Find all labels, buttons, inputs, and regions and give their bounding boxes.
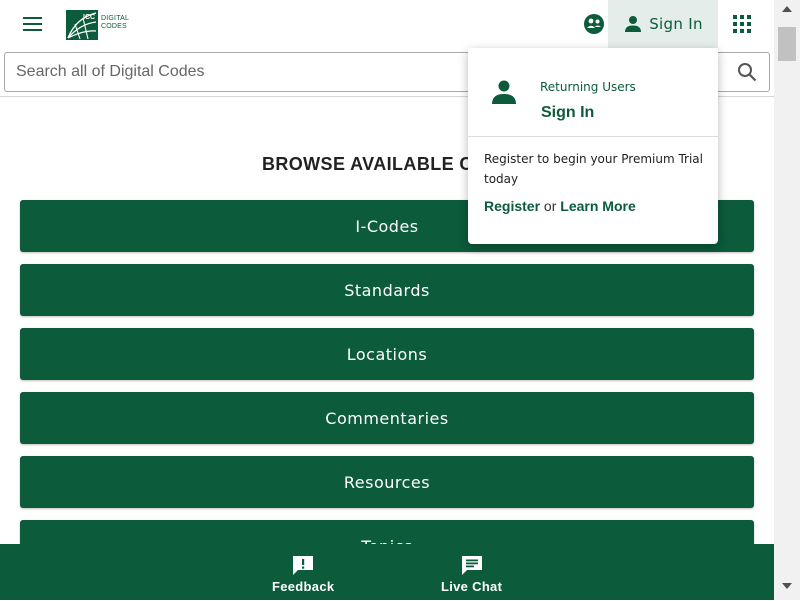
live-chat-button[interactable]: Live Chat [441,554,502,594]
returning-users-label: Returning Users [540,80,636,94]
logo-line-digital: DIGITAL [101,15,130,22]
live-chat-label: Live Chat [441,579,503,594]
feedback-icon [293,556,314,575]
top-bar: ICC DIGITAL CODES Sign In [0,0,774,48]
person-icon [492,80,516,104]
community-icon[interactable] [582,12,606,36]
apps-grid-icon[interactable] [731,13,753,35]
register-description: Register to begin your Premium Trial tod… [484,152,703,186]
sign-in-label: Sign In [649,15,703,33]
scroll-up-arrow-icon[interactable] [774,0,800,18]
person-icon [625,16,642,32]
search-icon[interactable] [737,62,757,82]
category-commentaries-button[interactable]: Commentaries [20,392,754,444]
register-links: Register or Learn More [484,198,636,214]
category-resources-button[interactable]: Resources [20,456,754,508]
learn-more-link[interactable]: Learn More [560,198,635,214]
logo-wordmark: DIGITAL CODES [101,15,129,31]
scrollbar-thumb[interactable] [778,27,796,61]
feedback-label: Feedback [272,579,335,594]
sign-in-dropdown: Returning Users Sign In Register to begi… [468,48,718,244]
bottom-bar: Feedback Live Chat [0,544,774,600]
feedback-button[interactable]: Feedback [272,554,334,594]
header-sign-in-button[interactable]: Sign In [608,0,718,48]
page-viewport: ICC DIGITAL CODES Sign In Search all of … [0,0,774,600]
logo-line-codes: CODES [101,23,127,30]
hamburger-menu-icon[interactable] [20,12,46,36]
chat-icon [461,556,482,575]
dropdown-divider [468,136,718,137]
category-standards-button[interactable]: Standards [20,264,754,316]
category-locations-button[interactable]: Locations [20,328,754,380]
page-scrollbar[interactable] [774,0,800,600]
or-text: or [543,198,557,214]
register-link[interactable]: Register [484,198,540,214]
icc-logo-mark: ICC [66,10,98,40]
logo-mark-text: ICC [83,14,95,21]
scroll-down-arrow-icon[interactable] [774,578,800,596]
dropdown-sign-in-link[interactable]: Sign In [541,104,594,122]
